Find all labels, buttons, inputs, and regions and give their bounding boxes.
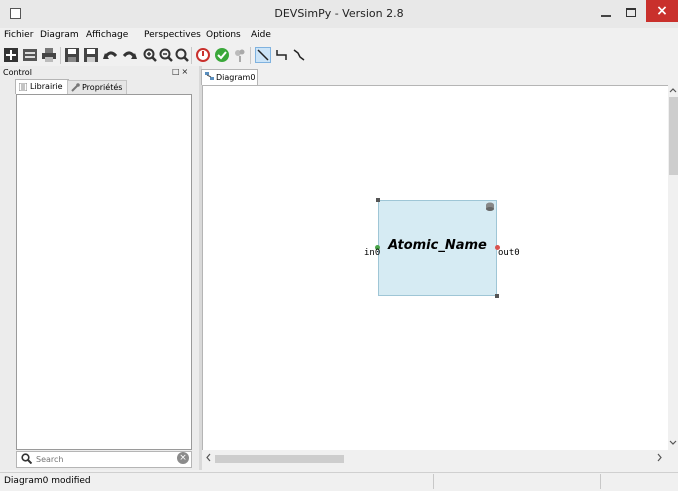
zoom-reset-icon[interactable] [174, 47, 190, 63]
horizontal-scroll-thumb[interactable] [215, 455, 344, 463]
print-icon[interactable] [41, 47, 57, 63]
resize-handle[interactable] [495, 294, 499, 298]
library-tree[interactable] [16, 94, 192, 450]
toolbar-separator [191, 47, 192, 64]
toolbar [0, 44, 678, 66]
tab-diagram0-label: Diagram0 [216, 73, 256, 82]
menu-fichier[interactable]: Fichier [4, 30, 33, 40]
gear-icon[interactable] [485, 202, 495, 211]
tab-proprietes[interactable]: Propriétés [67, 80, 127, 94]
linear-connector-icon[interactable] [291, 47, 307, 63]
input-port-label: in0 [364, 248, 381, 258]
zoom-in-icon[interactable] [142, 47, 158, 63]
vertical-scroll-thumb[interactable] [669, 97, 678, 175]
minimize-button[interactable] [596, 6, 616, 20]
check-icon[interactable] [214, 47, 230, 63]
title-bar: DEVSimPy - Version 2.8 [0, 0, 678, 28]
panel-window-buttons[interactable]: □× [172, 67, 190, 76]
diagram-icon [205, 72, 214, 80]
toolbar-separator [60, 47, 61, 64]
atomic-model-name: Atomic_Name [388, 238, 487, 253]
scroll-left-icon[interactable] [205, 453, 211, 465]
menu-options[interactable]: Options [206, 30, 241, 40]
toolbar-separator [250, 47, 251, 64]
undo-icon[interactable] [102, 47, 118, 63]
library-icon [19, 83, 27, 91]
square-connector-icon[interactable] [274, 47, 290, 63]
status-text: Diagram0 modified [4, 476, 91, 486]
tools-icon [71, 83, 80, 92]
menu-perspectives[interactable]: Perspectives [144, 30, 201, 40]
clear-search-icon[interactable]: × [177, 452, 189, 464]
tab-proprietes-label: Propriétés [82, 83, 123, 92]
menu-affichage[interactable]: Affichage [86, 30, 128, 40]
search-icon [21, 453, 33, 467]
direct-connector-icon[interactable] [255, 47, 271, 63]
tab-librairie-label: Librairie [30, 82, 63, 91]
close-button[interactable]: × [646, 0, 678, 22]
menu-aide[interactable]: Aide [251, 30, 271, 40]
scroll-down-icon[interactable] [669, 439, 677, 449]
scroll-right-icon[interactable] [657, 453, 663, 465]
scroll-up-icon[interactable] [669, 86, 677, 96]
save-as-icon[interactable] [83, 47, 99, 63]
control-panel-title: Control [3, 68, 32, 77]
status-divider [433, 474, 434, 489]
diagram-tab-bar [202, 66, 678, 85]
output-port-label: out0 [498, 248, 520, 258]
zoom-out-icon[interactable] [158, 47, 174, 63]
new-icon[interactable] [3, 47, 19, 63]
menu-diagram[interactable]: Diagram [40, 30, 79, 40]
open-icon[interactable] [22, 47, 38, 63]
maximize-button[interactable] [621, 6, 641, 20]
menu-bar: Fichier Diagram Affichage Perspectives O… [0, 28, 678, 44]
stop-icon[interactable] [195, 47, 211, 63]
redo-icon[interactable] [121, 47, 137, 63]
status-divider [600, 474, 601, 489]
tab-librairie[interactable]: Librairie [15, 79, 69, 94]
search-input[interactable] [36, 453, 156, 465]
save-icon[interactable] [64, 47, 80, 63]
window-title: DEVSimPy - Version 2.8 [274, 7, 404, 20]
plugin-icon[interactable] [232, 47, 248, 63]
status-bar [0, 472, 678, 491]
resize-handle[interactable] [376, 198, 380, 202]
